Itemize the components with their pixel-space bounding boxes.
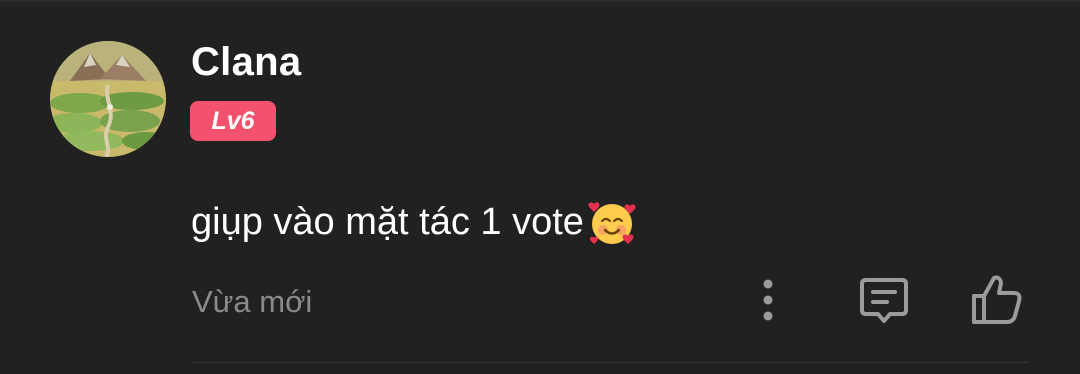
thumbs-up-icon [972, 275, 1022, 324]
bottom-divider [192, 362, 1028, 363]
like-button[interactable] [964, 270, 1030, 330]
more-vertical-icon [763, 279, 773, 321]
reply-comment-icon [860, 278, 908, 323]
top-divider [0, 0, 1080, 2]
level-badge: Lv6 [190, 101, 276, 141]
username[interactable]: Clana [191, 38, 301, 86]
more-options-button[interactable] [740, 270, 796, 330]
comment-text-row: giụp vào mặt tác 1 vote [191, 196, 638, 248]
reply-button[interactable] [852, 270, 916, 330]
smiling-face-with-hearts-icon [586, 196, 638, 248]
avatar[interactable] [50, 41, 166, 157]
comment-text: giụp vào mặt tác 1 vote [191, 201, 584, 243]
timestamp: Vừa mới [192, 284, 313, 319]
